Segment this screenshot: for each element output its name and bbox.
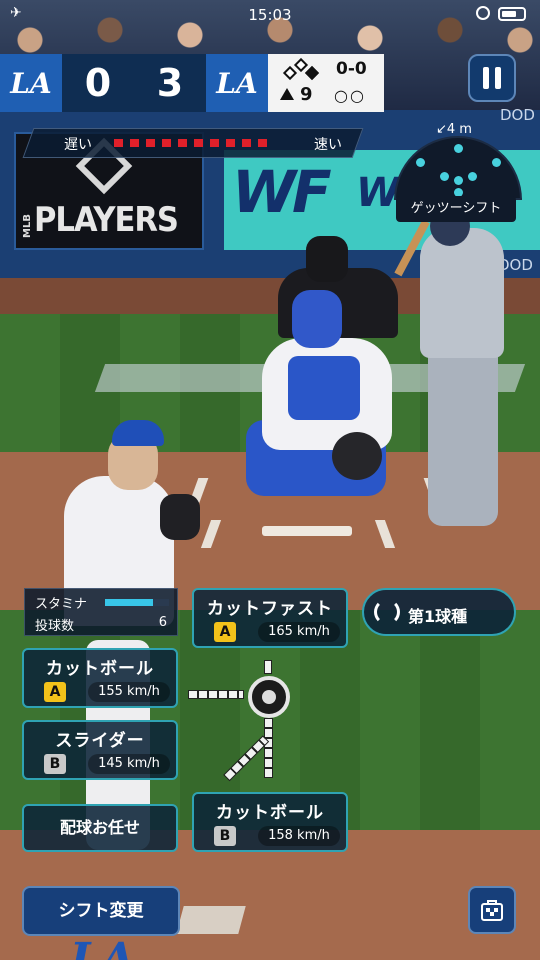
fielder-dot bbox=[468, 172, 477, 181]
fielder-dot bbox=[454, 144, 463, 153]
pause-button[interactable] bbox=[468, 54, 516, 102]
shift-change-button[interactable]: シフト変更 bbox=[22, 886, 180, 936]
fielder-dot bbox=[492, 158, 501, 167]
arrow-down-icon bbox=[264, 718, 273, 778]
speed-level-dots bbox=[114, 139, 267, 147]
pitch-grade: A bbox=[214, 622, 236, 642]
pitcher-cap bbox=[112, 420, 164, 446]
pause-icon bbox=[483, 67, 489, 89]
pitch-speed: 165 km/h bbox=[258, 622, 340, 642]
pitch-button-1[interactable]: カットファスト A 165 km/h bbox=[192, 588, 348, 648]
refresh-icon bbox=[374, 599, 400, 625]
speed-dot bbox=[114, 139, 123, 147]
baseball-icon bbox=[248, 676, 290, 718]
catcher-chest-protector bbox=[288, 356, 360, 420]
pitchers-rubber bbox=[176, 906, 246, 934]
inning-top-icon bbox=[280, 88, 294, 100]
bag-icon bbox=[481, 900, 503, 921]
umpire-mask bbox=[306, 236, 348, 282]
orientation-lock-icon bbox=[476, 6, 490, 20]
arrow-up-icon bbox=[264, 660, 272, 674]
pitch-button-2[interactable]: カットボール A 155 km/h bbox=[22, 648, 178, 708]
wall-text-upper: DOD bbox=[500, 106, 535, 124]
pitch-name: カットボール bbox=[216, 803, 324, 823]
pitch-name: カットファスト bbox=[207, 599, 333, 619]
speed-dot bbox=[178, 139, 187, 147]
fielder-dot bbox=[454, 176, 463, 185]
speed-dot bbox=[146, 139, 155, 147]
pitch-count-label: 投球数 bbox=[35, 619, 75, 634]
pitch-button-3[interactable]: スライダー B 145 km/h bbox=[22, 720, 178, 780]
pitch-button-4[interactable]: カットボール B 158 km/h bbox=[192, 792, 348, 852]
fielder-dot bbox=[416, 158, 425, 167]
speed-dot bbox=[242, 139, 251, 147]
bag-button[interactable] bbox=[468, 886, 516, 934]
status-bar: ✈ 15:03 bbox=[0, 0, 540, 30]
fielder-dot bbox=[440, 172, 449, 181]
ball-strike-count: 0-0 bbox=[336, 59, 367, 79]
auto-pitch-button[interactable]: 配球お任せ bbox=[22, 804, 178, 852]
speed-dot bbox=[194, 139, 203, 147]
pitcher-glove bbox=[160, 494, 200, 540]
stamina-fill bbox=[105, 599, 153, 606]
catcher-mitt bbox=[332, 432, 382, 480]
away-team-logo: LA bbox=[0, 54, 62, 112]
second-base-icon bbox=[293, 57, 309, 73]
speed-slow-label: 遅い bbox=[64, 137, 92, 153]
home-team-logo: LA bbox=[206, 54, 268, 112]
speed-dot bbox=[162, 139, 171, 147]
home-plate bbox=[262, 526, 352, 536]
arrow-left-icon bbox=[188, 690, 244, 699]
batter bbox=[420, 228, 504, 358]
pitch-count-value: 6 bbox=[158, 615, 167, 630]
shift-distance: ↙4 m bbox=[436, 122, 472, 137]
scoreboard: LA 0 3 LA 9 0-0 ○○ bbox=[0, 54, 384, 112]
status-time: 15:03 bbox=[248, 6, 292, 24]
battery-icon bbox=[498, 7, 526, 21]
stamina-label: スタミナ bbox=[35, 597, 88, 612]
game-state: 9 0-0 ○○ bbox=[268, 54, 384, 112]
pitch-grade: B bbox=[214, 826, 236, 846]
speed-dot bbox=[226, 139, 235, 147]
speed-dot bbox=[258, 139, 267, 147]
pitch-speed: 155 km/h bbox=[88, 682, 170, 702]
pitch-speed: 145 km/h bbox=[88, 754, 170, 774]
catcher-helmet bbox=[292, 290, 342, 348]
stamina-bar bbox=[105, 599, 169, 606]
pitch-name: スライダー bbox=[55, 731, 145, 751]
board-left-small-text: MLB bbox=[22, 214, 33, 238]
pitch-type-button[interactable]: 第1球種 bbox=[362, 588, 516, 636]
first-base-icon bbox=[304, 65, 320, 81]
away-score: 0 bbox=[62, 54, 134, 112]
pause-icon bbox=[495, 67, 501, 89]
pitch-type-label: 第1球種 bbox=[408, 607, 468, 626]
pitch-grade: B bbox=[44, 754, 66, 774]
shift-name: ゲッツーシフト bbox=[396, 196, 516, 222]
pitch-grade: A bbox=[44, 682, 66, 702]
speed-dot bbox=[210, 139, 219, 147]
board-left-text: PLAYERS bbox=[34, 200, 179, 240]
bases-diamond-icon bbox=[282, 57, 322, 82]
arrow-down-left-icon bbox=[223, 735, 270, 782]
pitch-speed: 158 km/h bbox=[258, 826, 340, 846]
third-base-icon bbox=[282, 65, 298, 81]
speed-fast-label: 速い bbox=[314, 137, 342, 153]
inning-number: 9 bbox=[300, 84, 313, 105]
pitch-direction-pad[interactable] bbox=[186, 660, 298, 782]
speed-dot bbox=[130, 139, 139, 147]
stamina-panel: スタミナ 投球数 6 bbox=[24, 588, 178, 636]
home-score: 3 bbox=[134, 54, 206, 112]
mound-logo: LA bbox=[70, 934, 136, 960]
sponsor-board-logo: WF bbox=[232, 158, 332, 226]
outs-indicator: ○○ bbox=[334, 86, 366, 105]
batter-legs bbox=[428, 330, 498, 526]
pitch-name: カットボール bbox=[46, 659, 154, 679]
